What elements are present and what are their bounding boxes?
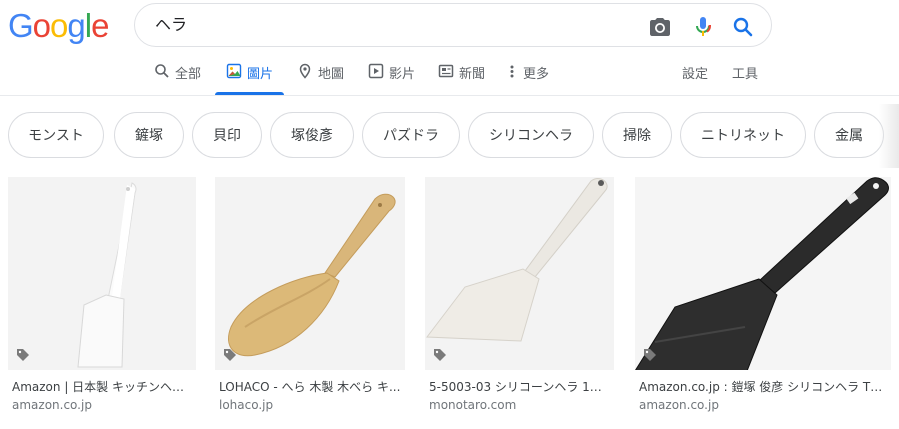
tab-videos[interactable]: 影片 — [368, 60, 415, 95]
logo-letter: o — [32, 7, 51, 44]
result-source: lohaco.jp — [219, 398, 274, 412]
result-title[interactable]: Amazon | 日本製 キッチンヘラ ... — [12, 378, 193, 395]
search-input[interactable]: ヘラ — [155, 15, 187, 35]
result-source: monotaro.com — [429, 398, 517, 412]
result-title[interactable]: Amazon.co.jp : 鎧塚 俊彦 シリコンヘラ TY-... — [639, 378, 885, 395]
tag-icon — [433, 348, 447, 362]
tab-label: 全部 — [175, 67, 202, 82]
tab-more[interactable]: 更多 — [508, 60, 549, 95]
more-vert-icon — [508, 63, 518, 79]
scroll-shadow — [879, 104, 899, 168]
search-icon — [154, 63, 170, 79]
settings-link[interactable]: 設定 — [682, 60, 708, 95]
result-source: amazon.co.jp — [12, 398, 92, 412]
search-icon[interactable] — [731, 15, 755, 39]
logo-letter: G — [8, 7, 34, 44]
chip-suggestion[interactable]: モンスト — [8, 112, 104, 158]
chip-suggestion[interactable]: 塚俊彥 — [270, 112, 354, 158]
camera-icon[interactable] — [648, 15, 672, 39]
tab-label: 新聞 — [459, 67, 486, 82]
search-tabs: 全部 圖片 地圖 影片 新聞 更多 設定 工具 — [0, 60, 899, 95]
chip-suggestion[interactable]: 掃除 — [602, 112, 672, 158]
map-pin-icon — [297, 63, 313, 79]
tab-maps[interactable]: 地圖 — [297, 60, 344, 95]
header-divider — [0, 95, 899, 96]
chip-suggestion[interactable]: シリコンヘラ — [468, 112, 594, 158]
google-logo[interactable]: Google — [8, 6, 109, 46]
chip-suggestion[interactable]: パズドラ — [362, 112, 460, 158]
logo-letter: g — [67, 7, 85, 44]
logo-letter: e — [91, 7, 109, 44]
tag-icon — [16, 348, 30, 362]
chip-suggestion[interactable]: ニトリネット — [680, 112, 806, 158]
result-title[interactable]: 5-5003-03 シリコーンヘラ 1個 ... — [429, 378, 610, 395]
tag-icon — [223, 348, 237, 362]
search-box[interactable]: ヘラ — [134, 3, 772, 47]
result-image[interactable] — [425, 177, 614, 370]
tab-label: 地圖 — [318, 67, 345, 82]
tag-icon — [643, 348, 657, 362]
result-title[interactable]: LOHACO - へら 木製 木べら キ... — [219, 378, 402, 395]
tab-label: 圖片 — [247, 67, 274, 82]
chip-suggestion[interactable]: 貝印 — [192, 112, 262, 158]
chip-suggestion[interactable]: 鏟塚 — [114, 112, 184, 158]
microphone-icon[interactable] — [691, 15, 715, 39]
tab-label: 更多 — [523, 67, 550, 82]
image-icon — [226, 63, 242, 79]
tools-button[interactable]: 工具 — [732, 60, 758, 95]
result-image[interactable] — [215, 177, 405, 370]
tab-news[interactable]: 新聞 — [438, 60, 485, 95]
chip-suggestion[interactable]: 金属 — [814, 112, 884, 158]
tab-label: 影片 — [389, 67, 416, 82]
tab-images[interactable]: 圖片 — [215, 60, 284, 95]
result-image[interactable] — [8, 177, 196, 370]
video-icon — [368, 63, 384, 79]
tab-all[interactable]: 全部 — [154, 60, 201, 95]
result-source: amazon.co.jp — [639, 398, 719, 412]
logo-letter: o — [50, 7, 68, 44]
news-icon — [438, 63, 454, 79]
result-image[interactable] — [635, 177, 891, 370]
